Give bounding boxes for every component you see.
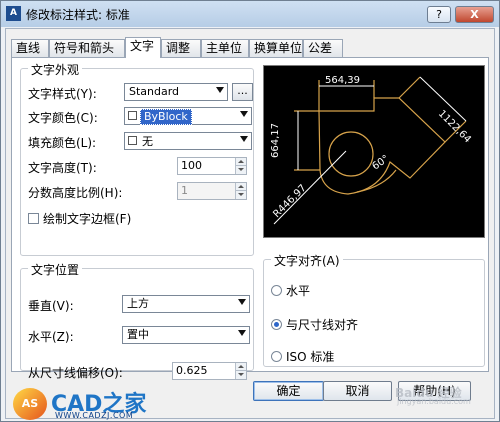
spin-down-icon[interactable]: [235, 371, 246, 379]
dimension-preview-drawing: 564,39 664,17 1122,64 60° R446,97: [270, 75, 473, 225]
offset-value: 0.625: [176, 364, 208, 377]
preview-dim-radius: R446,97: [271, 183, 308, 220]
spin-up-icon[interactable]: [235, 363, 246, 371]
dialog-client-area: 直线 符号和箭头 文字 调整 主单位 换算单位 公差 文字外观 文字样式(Y):…: [5, 28, 495, 419]
angle-arc: [356, 169, 397, 193]
dimension-style-dialog: A 修改标注样式: 标准 ? X 直线 符号和箭头 文字 调整 主单位 换算单位…: [0, 0, 500, 422]
tab-primary-units[interactable]: 主单位: [201, 39, 249, 57]
cad-home-watermark: AS CAD之家 WWW.CADZJ.COM: [13, 384, 173, 422]
preview-dim-right: 1122,64: [436, 108, 473, 145]
offset-spinner[interactable]: 0.625: [172, 362, 247, 380]
color-swatch-icon: [128, 111, 137, 120]
chevron-down-icon: [240, 111, 248, 117]
text-color-value: ByBlock: [140, 109, 192, 125]
title-bar[interactable]: A 修改标注样式: 标准 ? X: [1, 1, 499, 27]
draw-frame-checkbox[interactable]: [28, 213, 39, 224]
draw-frame-label: 绘制文字边框(F): [43, 212, 132, 226]
text-style-select[interactable]: Standard: [124, 83, 228, 101]
text-color-label: 文字颜色(C):: [28, 111, 98, 125]
text-height-value: 100: [181, 159, 202, 172]
cancel-button[interactable]: 取消: [323, 381, 392, 401]
text-color-select[interactable]: ByBlock: [124, 107, 252, 125]
spin-down-icon: [235, 191, 246, 199]
fraction-height-label: 分数高度比例(H):: [28, 186, 123, 200]
spin-up-icon: [235, 183, 246, 191]
preview-dim-left: 664,17: [270, 123, 281, 158]
tab-text[interactable]: 文字: [125, 37, 161, 58]
horizontal-position-select[interactable]: 置中: [122, 326, 250, 344]
baidu-jingyan-watermark: Baidu 经验 jingyan.baidu.com: [395, 384, 495, 414]
spin-down-icon[interactable]: [235, 166, 246, 174]
tab-lines[interactable]: 直线: [11, 39, 49, 57]
ok-button[interactable]: 确定: [253, 381, 324, 401]
horizontal-position-label: 水平(Z):: [28, 330, 74, 344]
text-position-group: 文字位置: [20, 261, 254, 371]
spin-up-icon[interactable]: [235, 158, 246, 166]
text-style-value: Standard: [129, 85, 180, 98]
align-with-dimension-line-label: 与尺寸线对齐: [286, 318, 359, 332]
text-tab-panel: 文字外观 文字样式(Y): Standard ... 文字颜色(C): ByBl…: [11, 57, 489, 380]
tab-tolerances[interactable]: 公差: [303, 39, 343, 57]
horizontal-position-value: 置中: [127, 328, 149, 341]
chevron-down-icon: [240, 136, 248, 142]
align-horizontal-label: 水平: [286, 284, 311, 298]
text-style-browse-button[interactable]: ...: [232, 83, 253, 101]
autocad-icon: A: [6, 6, 21, 21]
cad-home-logo: AS: [13, 388, 47, 420]
text-position-title: 文字位置: [28, 261, 83, 278]
vertical-position-label: 垂直(V):: [28, 299, 74, 313]
preview-dim-angle: 60°: [370, 153, 391, 172]
chevron-down-icon: [238, 330, 246, 336]
close-button[interactable]: X: [455, 6, 494, 23]
preview-dim-top: 564,39: [325, 75, 360, 86]
offset-label: 从尺寸线偏移(O):: [28, 366, 123, 380]
align-with-dimension-line-radio[interactable]: [271, 319, 282, 330]
text-height-label: 文字高度(T):: [28, 161, 97, 175]
fill-color-label: 填充颜色(L):: [28, 136, 97, 150]
text-height-spinner[interactable]: 100: [177, 157, 247, 175]
preview-geometry: [294, 76, 467, 195]
dimension-preview: 564,39 664,17 1122,64 60° R446,97: [263, 65, 485, 238]
fraction-height-spinner: 1: [177, 182, 247, 200]
align-horizontal-radio[interactable]: [271, 285, 282, 296]
align-iso-label: ISO 标准: [286, 350, 335, 364]
chevron-down-icon: [216, 87, 224, 93]
vertical-position-select[interactable]: 上方: [122, 295, 250, 313]
preview-hole: [328, 131, 374, 177]
tab-symbols-arrows[interactable]: 符号和箭头: [49, 39, 125, 57]
help-button[interactable]: ?: [427, 6, 451, 23]
extension-line-right-top: [398, 76, 421, 99]
fill-color-select[interactable]: 无: [124, 132, 252, 150]
text-alignment-title: 文字对齐(A): [271, 252, 343, 269]
fraction-height-value: 1: [181, 184, 188, 197]
text-style-label: 文字样式(Y):: [28, 87, 97, 101]
preview-part-outline: [318, 97, 446, 195]
window-title: 修改标注样式: 标准: [26, 8, 130, 22]
watermark-url: WWW.CADZJ.COM: [55, 411, 134, 420]
vertical-position-value: 上方: [127, 297, 149, 310]
chevron-down-icon: [238, 299, 246, 305]
fill-color-value: 无: [142, 135, 153, 148]
tab-fit[interactable]: 调整: [161, 39, 201, 57]
tab-alternate-units[interactable]: 换算单位: [249, 39, 303, 57]
align-iso-radio[interactable]: [271, 351, 282, 362]
text-appearance-title: 文字外观: [28, 61, 83, 78]
baidu-jingyan-line-2: jingyan.baidu.com: [397, 397, 471, 406]
empty-fill-icon: [128, 136, 137, 145]
